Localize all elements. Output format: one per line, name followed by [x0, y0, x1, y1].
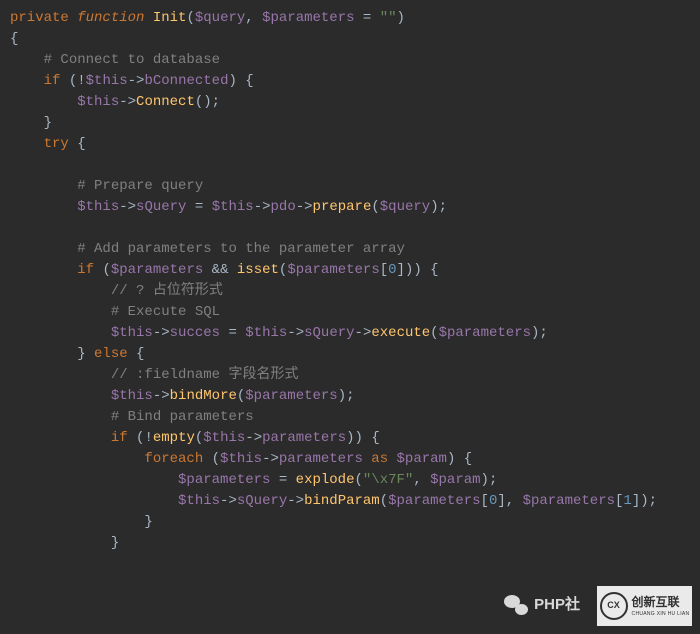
var-this: $this [178, 493, 220, 509]
var-this: $this [220, 451, 262, 467]
brand-sub: CHUANG XIN HU LIAN [632, 611, 690, 619]
comment-bind-params: # Bind parameters [111, 409, 254, 425]
fn-execute: execute [371, 325, 430, 341]
num-1: 1 [623, 493, 631, 509]
fn-connect: Connect [136, 94, 195, 110]
var-query: $query [380, 199, 430, 215]
kw-try: try [44, 136, 69, 152]
prop-squery: sQuery [136, 199, 186, 215]
kw-function: function [77, 10, 144, 26]
fn-bindparam: bindParam [304, 493, 380, 509]
var-this: $this [111, 325, 153, 341]
prop-pdo: pdo [271, 199, 296, 215]
brand-watermark: CX 创新互联 CHUANG XIN HU LIAN [597, 586, 692, 626]
brand-badge: CX [600, 592, 628, 620]
var-parameters: $parameters [111, 262, 203, 278]
kw-if: if [44, 73, 61, 89]
brand-text: 创新互联 [632, 593, 690, 611]
fn-init: Init [153, 10, 187, 26]
var-param: $param [397, 451, 447, 467]
kw-as: as [371, 451, 388, 467]
var-parameters: $parameters [439, 325, 531, 341]
prop-succes: succes [170, 325, 220, 341]
var-parameters: $parameters [388, 493, 480, 509]
var-this: $this [212, 199, 254, 215]
str-x7f: "\x7F" [363, 472, 413, 488]
var-this: $this [245, 325, 287, 341]
var-param: $param [430, 472, 480, 488]
var-parameters: $parameters [523, 493, 615, 509]
kw-private: private [10, 10, 69, 26]
wechat-watermark: PHP社 [504, 594, 580, 617]
var-parameters: $parameters [178, 472, 270, 488]
var-this: $this [111, 388, 153, 404]
code-block: private function Init($query, $parameter… [0, 0, 700, 562]
var-this: $this [203, 430, 245, 446]
fn-bindmore: bindMore [170, 388, 237, 404]
kw-if: if [77, 262, 94, 278]
var-this: $this [86, 73, 128, 89]
num-0: 0 [388, 262, 396, 278]
var-this: $this [77, 199, 119, 215]
comment-prepare-query: # Prepare query [77, 178, 203, 194]
comment-connect-db: # Connect to database [44, 52, 220, 68]
var-this: $this [77, 94, 119, 110]
fn-explode: explode [296, 472, 355, 488]
kw-else: else [94, 346, 128, 362]
kw-if: if [111, 430, 128, 446]
var-parameters: $parameters [287, 262, 379, 278]
fn-prepare: prepare [313, 199, 372, 215]
comment-fieldname-form: // :fieldname 字段名形式 [111, 367, 299, 383]
prop-squery: sQuery [237, 493, 287, 509]
fn-isset: isset [237, 262, 279, 278]
kw-foreach: foreach [144, 451, 203, 467]
param-query: $query [195, 10, 245, 26]
prop-parameters: parameters [279, 451, 363, 467]
fn-empty: empty [153, 430, 195, 446]
prop-bconnected: bConnected [144, 73, 228, 89]
wechat-icon [504, 595, 528, 615]
comment-add-params: # Add parameters to the parameter array [77, 241, 405, 257]
wechat-label: PHP社 [534, 594, 580, 617]
prop-parameters: parameters [262, 430, 346, 446]
comment-execute-sql: # Execute SQL [111, 304, 220, 320]
comment-placeholder-form: // ? 占位符形式 [111, 283, 223, 299]
prop-squery: sQuery [304, 325, 354, 341]
default-empty-str: "" [380, 10, 397, 26]
param-parameters: $parameters [262, 10, 354, 26]
var-parameters: $parameters [245, 388, 337, 404]
